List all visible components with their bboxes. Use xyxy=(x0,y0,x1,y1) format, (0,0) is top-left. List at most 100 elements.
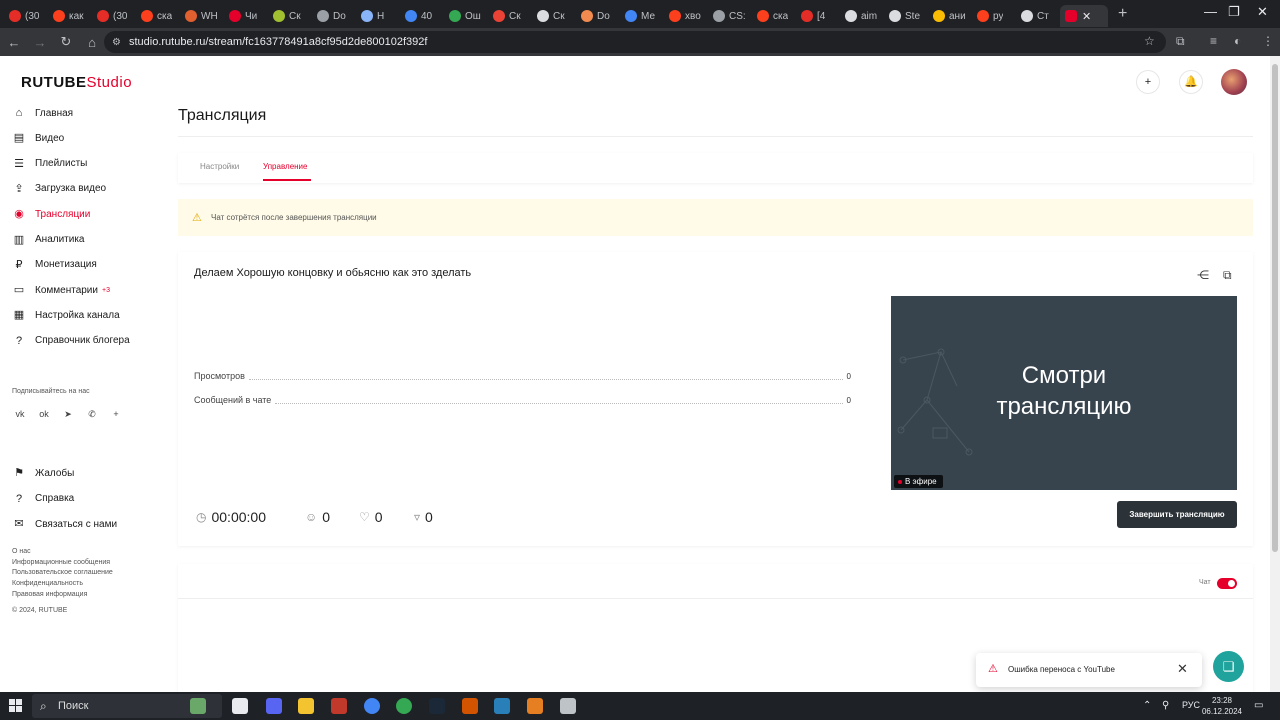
footer-link[interactable]: Пользовательское соглашение xyxy=(12,569,113,576)
notification-center-icon[interactable]: ▭ xyxy=(1254,700,1263,711)
browser-tab[interactable]: Ск xyxy=(488,5,532,27)
new-tab-icon[interactable]: + xyxy=(1118,5,1127,23)
browser-tab[interactable]: Ош xyxy=(444,5,488,27)
profile-icon[interactable]: ◐ xyxy=(1234,34,1241,48)
sidebar-item[interactable]: ▤ Видео xyxy=(13,129,64,147)
sidebar-item[interactable]: ✉ Связаться с нами xyxy=(13,515,117,533)
sidebar-item[interactable]: ▥ Аналитика xyxy=(13,231,85,249)
browser-tab[interactable]: Do xyxy=(312,5,356,27)
footer-link[interactable]: Конфиденциальность xyxy=(12,580,83,587)
telegram-icon[interactable]: ➤ xyxy=(61,407,75,421)
archive-icon[interactable] xyxy=(462,698,478,714)
stream-preview[interactable]: Смотри трансляцию В эфире xyxy=(891,296,1237,490)
discord-icon[interactable] xyxy=(266,698,282,714)
browser-tab[interactable]: 40 xyxy=(400,5,444,27)
browser-tab[interactable]: ру xyxy=(972,5,1016,27)
bookmark-star-icon[interactable]: ☆ xyxy=(1144,34,1155,48)
tab-title: Н xyxy=(377,10,385,22)
sidebar-item[interactable]: ▭ Комментарии +3 xyxy=(13,281,110,299)
tab-management[interactable]: Управление xyxy=(263,162,307,171)
open-external-icon[interactable]: ⧉ xyxy=(1223,268,1232,283)
start-button[interactable] xyxy=(9,699,23,713)
sidebar-item[interactable]: ▦ Настройка канала xyxy=(13,306,120,324)
add-icon[interactable]: + xyxy=(1136,70,1160,94)
browser-menu-icon[interactable]: ⋮ xyxy=(1262,34,1274,48)
sidebar-item[interactable]: ⌂ Главная xyxy=(13,104,73,122)
browser-tab[interactable]: Ме xyxy=(620,5,664,27)
city-icon[interactable] xyxy=(190,698,206,714)
sidebar-item[interactable]: ◉ Трансляции xyxy=(13,205,90,223)
browser-tab[interactable]: aim xyxy=(840,5,884,27)
ok-icon[interactable]: ok xyxy=(37,407,51,421)
explorer-icon[interactable] xyxy=(298,698,314,714)
footer-link[interactable]: Правовая информация xyxy=(12,591,87,598)
rutube-studio-logo[interactable]: RUTUBEStudio xyxy=(21,74,132,91)
tab-settings[interactable]: Настройки xyxy=(200,162,239,171)
chrome-alt-icon[interactable] xyxy=(396,698,412,714)
tray-chevron-icon[interactable]: ⌃ xyxy=(1143,700,1151,711)
browser-tab-active[interactable]: ✕ xyxy=(1060,5,1108,27)
site-info-icon[interactable]: ⚙ xyxy=(112,37,121,48)
address-bar[interactable]: ⚙ studio.rutube.ru/stream/fc163778491a8c… xyxy=(104,31,1166,53)
steam-icon[interactable] xyxy=(429,698,445,714)
browser-tab[interactable]: как xyxy=(48,5,92,27)
sidebar-item[interactable]: ⚑ Жалобы xyxy=(13,464,74,482)
notifications-icon[interactable]: 🔔 xyxy=(1179,70,1203,94)
task-view-icon[interactable] xyxy=(232,698,248,714)
window-close-icon[interactable]: ✕ xyxy=(1257,4,1268,20)
language-indicator[interactable]: РУС xyxy=(1182,700,1200,710)
viber-icon[interactable]: ✆ xyxy=(85,407,99,421)
window-icon[interactable] xyxy=(494,698,510,714)
app-icon[interactable] xyxy=(331,698,347,714)
sidebar-item[interactable]: ☰ Плейлисты xyxy=(13,155,87,173)
extensions-icon[interactable]: ⧉ xyxy=(1176,34,1185,49)
clock[interactable]: 23:28 06.12.2024 xyxy=(1200,695,1244,717)
close-icon[interactable]: ✕ xyxy=(1177,661,1188,677)
sidebar-item[interactable]: ? Справочник блогера xyxy=(13,332,130,350)
browser-tab[interactable]: ани xyxy=(928,5,972,27)
browser-tab[interactable]: [4 xyxy=(796,5,840,27)
maximize-icon[interactable]: ❐ xyxy=(1228,4,1240,20)
browser-tab[interactable]: ска xyxy=(136,5,180,27)
footer-link[interactable]: Информационные сообщения xyxy=(12,559,110,566)
game-icon[interactable] xyxy=(527,698,543,714)
sidebar-item[interactable]: ? Справка xyxy=(13,490,74,508)
chat-toggle[interactable] xyxy=(1217,578,1237,589)
sidebar-item[interactable]: ⇪ Загрузка видео xyxy=(13,180,106,198)
browser-tab[interactable]: Н xyxy=(356,5,400,27)
footer-link[interactable]: О нас xyxy=(12,548,31,555)
sidebar-item[interactable]: ₽ Монетизация xyxy=(13,256,97,274)
vk-icon[interactable]: vk xyxy=(13,407,27,421)
browser-tab[interactable]: WH xyxy=(180,5,224,27)
browser-tab[interactable]: Do xyxy=(576,5,620,27)
browser-tab[interactable]: Ст xyxy=(1016,5,1060,27)
browser-tab[interactable]: Ste xyxy=(884,5,928,27)
browser-tab[interactable]: хво xyxy=(664,5,708,27)
more-icon[interactable]: + xyxy=(109,407,123,421)
tab-favicon-icon xyxy=(977,10,989,22)
share-icon[interactable]: ⋲ xyxy=(1197,268,1209,282)
tab-close-icon[interactable]: ✕ xyxy=(1082,10,1091,23)
page-scrollbar[interactable] xyxy=(1270,56,1280,692)
browser-tab[interactable]: Ск xyxy=(268,5,312,27)
browser-tab[interactable]: ска xyxy=(752,5,796,27)
tab-favicon-icon xyxy=(669,10,681,22)
browser-tab[interactable]: Чи xyxy=(224,5,268,27)
forward-icon[interactable]: → xyxy=(28,35,52,50)
support-chat-button[interactable]: ❏ xyxy=(1213,651,1244,682)
home-page-icon[interactable]: ⌂ xyxy=(80,35,104,50)
media-icon[interactable]: ≡ xyxy=(1210,34,1217,48)
back-icon[interactable]: ← xyxy=(2,35,26,50)
avatar[interactable] xyxy=(1221,69,1247,95)
browser-tab[interactable]: Ск xyxy=(532,5,576,27)
browser-tab[interactable]: (30 xyxy=(92,5,136,27)
end-stream-button[interactable]: Завершить трансляцию xyxy=(1117,501,1237,528)
minimize-icon[interactable]: — xyxy=(1204,4,1217,19)
chrome-icon[interactable] xyxy=(364,698,380,714)
network-icon[interactable]: ⚲ xyxy=(1162,700,1169,711)
browser-tab[interactable]: (30 xyxy=(4,5,48,27)
scrollbar-thumb[interactable] xyxy=(1272,64,1278,552)
browser-tab[interactable]: CS: xyxy=(708,5,752,27)
reload-icon[interactable]: ↻ xyxy=(54,34,78,50)
obs-icon[interactable] xyxy=(560,698,576,714)
